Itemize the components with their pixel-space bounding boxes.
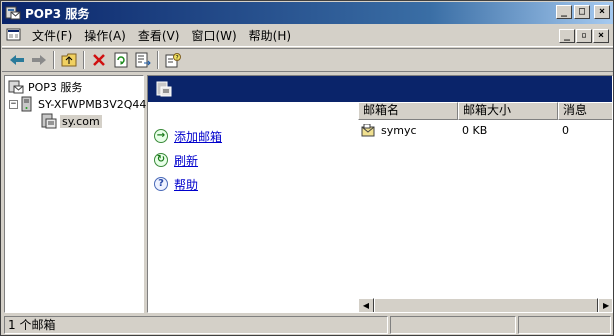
pop3-service-icon (8, 79, 24, 95)
forward-icon[interactable] (28, 50, 50, 70)
toolbar-separator (53, 51, 55, 69)
server-icon (21, 96, 33, 112)
tree-domain[interactable]: sy.com (41, 113, 102, 129)
horizontal-scrollbar[interactable]: ◀ ▶ (358, 298, 612, 312)
pop3-service-icon (5, 5, 21, 21)
column-header-size[interactable]: 邮箱大小 (458, 102, 558, 120)
table-row[interactable]: symyc 0 KB 0 (358, 122, 612, 138)
task-add-mailbox[interactable]: → 添加邮箱 (154, 128, 232, 144)
tree-domain-label: sy.com (60, 114, 102, 128)
status-panel-2 (390, 316, 516, 334)
mailbox-size: 0 KB (462, 123, 488, 137)
maximize-button[interactable]: □ (574, 5, 590, 19)
child-restore-button[interactable]: ▫ (576, 29, 592, 43)
menu-bar: 文件(F) 操作(A) 查看(V) 窗口(W) 帮助(H) _ ▫ × (2, 25, 613, 47)
task-list: → 添加邮箱 ↻ 刷新 ? 帮助 (154, 128, 232, 200)
list-header: 邮箱名 邮箱大小 消息 (358, 102, 612, 120)
tree-root[interactable]: POP3 服务 (8, 79, 84, 95)
mmc-window: POP3 服务 _ □ × 文件(F) 操作(A) 查看(V) 窗口(W) 帮助… (0, 0, 614, 336)
task-help[interactable]: ? 帮助 (154, 176, 232, 192)
add-mailbox-link[interactable]: 添加邮箱 (174, 128, 232, 145)
status-panel-3 (518, 316, 611, 334)
column-header-name[interactable]: 邮箱名 (358, 102, 458, 120)
svg-text:?: ? (176, 55, 179, 62)
refresh-icon: ↻ (154, 153, 168, 167)
title-bar[interactable]: POP3 服务 _ □ × (2, 2, 613, 24)
up-folder-icon[interactable] (58, 50, 80, 70)
mailbox-list[interactable]: 邮箱名 邮箱大小 消息 symyc 0 KB 0 ◀ ▶ (358, 102, 612, 312)
mail-domain-icon (41, 113, 57, 129)
close-button[interactable]: × (594, 5, 610, 19)
status-text: 1 个邮箱 (4, 316, 388, 334)
mailbox-name: symyc (381, 123, 417, 137)
toolbar-separator (83, 51, 85, 69)
mailbox-icon (361, 123, 375, 137)
menu-file[interactable]: 文件(F) (28, 27, 80, 44)
back-icon[interactable] (6, 50, 28, 70)
toolbar-separator (157, 51, 159, 69)
delete-icon[interactable] (88, 50, 110, 70)
task-refresh[interactable]: ↻ 刷新 (154, 152, 232, 168)
tree-server-label: SY-XFWPMB3V2Q44 (38, 97, 147, 111)
properties-help-icon[interactable]: ? (162, 50, 184, 70)
toolbar: ? (2, 48, 613, 72)
status-bar: 1 个邮箱 (2, 315, 613, 335)
scroll-right-arrow-icon[interactable]: ▶ (598, 298, 612, 312)
scroll-thumb[interactable] (373, 298, 599, 312)
menu-window[interactable]: 窗口(W) (187, 27, 244, 44)
console-icon[interactable] (6, 28, 22, 44)
mailbox-messages: 0 (562, 123, 569, 137)
help-link[interactable]: 帮助 (174, 176, 208, 193)
collapse-toggle[interactable]: − (9, 99, 18, 109)
mailbox-name-cell: symyc (358, 123, 458, 137)
tree-pane[interactable]: POP3 服务 − SY-XFWPMB3V2Q44 sy.com (4, 75, 146, 313)
export-list-icon[interactable] (132, 50, 154, 70)
menu-help[interactable]: 帮助(H) (245, 27, 299, 44)
scroll-left-arrow-icon[interactable]: ◀ (358, 298, 374, 312)
child-close-button[interactable]: × (593, 29, 609, 43)
column-header-messages[interactable]: 消息 (558, 102, 612, 120)
details-header (148, 76, 612, 102)
minimize-button[interactable]: _ (556, 5, 572, 19)
menu-action[interactable]: 操作(A) (80, 27, 134, 44)
refresh-link[interactable]: 刷新 (174, 152, 208, 169)
tree-server[interactable]: − SY-XFWPMB3V2Q44 (9, 96, 148, 112)
tree-root-label: POP3 服务 (28, 81, 83, 94)
child-minimize-button[interactable]: _ (559, 29, 575, 43)
details-pane: → 添加邮箱 ↻ 刷新 ? 帮助 邮箱名 邮箱大小 消息 symyc 0 KB … (147, 75, 613, 313)
refresh-icon[interactable] (110, 50, 132, 70)
window-title: POP3 服务 (25, 6, 90, 21)
mail-domain-icon (156, 81, 172, 97)
add-mailbox-icon: → (154, 129, 168, 143)
menu-view[interactable]: 查看(V) (134, 27, 188, 44)
help-icon: ? (154, 177, 168, 191)
